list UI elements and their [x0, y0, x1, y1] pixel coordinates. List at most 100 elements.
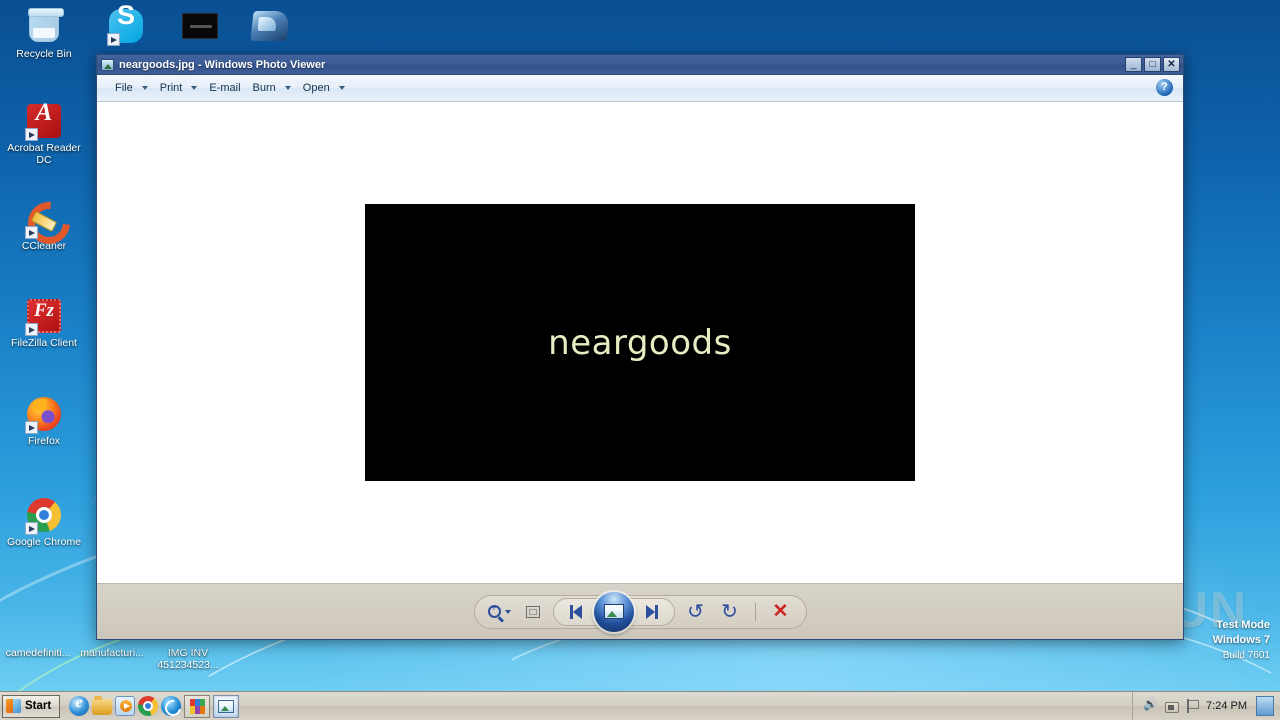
rotate-clockwise-button[interactable]: ↻ — [717, 600, 743, 624]
desktop-icon-skype[interactable] — [88, 8, 164, 48]
blue3d-icon — [250, 11, 290, 47]
displayed-image[interactable]: neargoods — [365, 204, 915, 481]
chevron-down-icon — [191, 86, 198, 90]
maximize-button[interactable]: □ — [1144, 57, 1161, 72]
menu-item-file[interactable]: File — [109, 78, 154, 99]
navigation-group — [552, 591, 675, 632]
toolbar-divider — [754, 602, 756, 621]
play-slideshow-button[interactable] — [593, 591, 634, 632]
show-desktop-button[interactable] — [1256, 696, 1274, 716]
rotate-counterclockwise-button[interactable]: ↺ — [683, 600, 709, 624]
desktop-icon-manufacturi[interactable]: manufacturi... — [76, 647, 148, 660]
fit-to-window-button[interactable] — [521, 601, 545, 623]
menu-label: Print — [159, 82, 183, 94]
desktop-icon-firefox[interactable]: Firefox — [6, 396, 82, 448]
volume-icon[interactable] — [1143, 697, 1158, 714]
clock[interactable]: 7:24 PM — [1206, 700, 1247, 712]
photo-viewer-icon — [218, 699, 235, 713]
desktop-icon-camedefiniti[interactable]: camedefiniti... — [2, 647, 74, 660]
taskbar-media-player-icon[interactable] — [115, 696, 136, 716]
menu-item-burn[interactable]: Burn — [247, 78, 297, 99]
previous-icon — [572, 604, 582, 619]
menu-item-email[interactable]: E-mail — [203, 78, 246, 99]
desktop-icon-label-line2: 451234523... — [157, 658, 219, 671]
desktop-icon-label: FileZilla Client — [11, 337, 77, 349]
shortcut-arrow-icon — [25, 421, 38, 434]
chrome-icon — [25, 498, 62, 535]
desktop-icon-label: IMG INV — [167, 647, 209, 659]
minimize-button[interactable]: _ — [1125, 57, 1142, 72]
menu-item-print[interactable]: Print — [154, 78, 204, 99]
image-text: neargoods — [548, 322, 732, 363]
desktop-icon-filezilla[interactable]: FileZilla Client — [6, 298, 82, 350]
desktop-icon-google-chrome[interactable]: Google Chrome — [6, 497, 82, 549]
firefox-icon — [25, 397, 62, 434]
chevron-down-icon — [284, 86, 291, 90]
desktop-icon-dark-thumb[interactable] — [162, 8, 238, 52]
shortcut-arrow-icon — [25, 226, 38, 239]
system-tray: 7:24 PM — [1132, 691, 1280, 720]
taskbar-windows-explorer-icon[interactable] — [92, 696, 113, 715]
fit-to-window-icon — [525, 605, 540, 618]
taskbar-chrome-icon[interactable] — [138, 696, 159, 716]
taskbar-internet-explorer-icon[interactable] — [69, 694, 90, 716]
menu-item-open[interactable]: Open — [297, 78, 351, 99]
shortcut-arrow-icon — [25, 522, 38, 535]
viewer-bottom-bar: ↺ ↻ ✕ — [97, 583, 1183, 639]
window-title: neargoods.jpg - Windows Photo Viewer — [119, 58, 326, 71]
next-icon — [645, 604, 655, 619]
test-mode-line3: Build 7601 — [1222, 650, 1270, 661]
chevron-down-icon — [338, 86, 345, 90]
photo-viewer-icon — [101, 58, 114, 71]
desktop-icon-label: manufacturi... — [80, 647, 144, 659]
next-image-button[interactable] — [632, 600, 672, 624]
menu-label: Open — [302, 82, 330, 94]
skype-icon — [107, 9, 144, 46]
taskbar-button-color-app[interactable] — [184, 694, 211, 718]
shortcut-arrow-icon — [107, 33, 120, 46]
desktop-icon-blue-media[interactable] — [232, 8, 308, 50]
test-mode-line1: Test Mode — [1216, 619, 1270, 631]
network-icon[interactable] — [1165, 701, 1180, 713]
desktop-icon-label: Firefox — [27, 435, 61, 447]
acrobat-icon — [25, 104, 62, 141]
image-canvas[interactable]: neargoods — [97, 102, 1183, 583]
chevron-down-icon — [505, 609, 511, 614]
close-button[interactable]: ✕ — [1163, 57, 1180, 72]
desktop-icon-ccleaner[interactable]: CCleaner — [6, 201, 82, 253]
thumb-icon — [182, 13, 218, 49]
delete-button[interactable]: ✕ — [768, 600, 794, 624]
help-icon[interactable]: ? — [1156, 79, 1173, 96]
window-title-bar[interactable]: neargoods.jpg - Windows Photo Viewer _ □… — [97, 55, 1183, 75]
magnifier-icon — [488, 603, 501, 618]
windows-photo-viewer-window[interactable]: neargoods.jpg - Windows Photo Viewer _ □… — [96, 54, 1184, 640]
quick-launch-bar — [69, 694, 182, 716]
taskbar-edge-icon[interactable] — [161, 696, 182, 716]
test-mode-watermark: Test Mode Windows 7 Build 7601 — [1213, 618, 1270, 663]
menu-bar: File Print E-mail Burn Open ? — [97, 75, 1183, 102]
desktop-icon-img-inv[interactable]: IMG INV 451234523... — [150, 647, 226, 671]
zoom-button[interactable] — [487, 601, 513, 623]
desktop-icon-label: camedefiniti... — [5, 647, 71, 659]
taskbar-button-photo-viewer[interactable] — [213, 694, 240, 718]
action-center-icon[interactable] — [1186, 699, 1199, 713]
menu-label: E-mail — [209, 82, 241, 94]
desktop-icon-recycle-bin[interactable]: Recycle Bin — [6, 8, 82, 61]
desktop-icon-acrobat-reader[interactable]: Acrobat Reader DC — [6, 103, 82, 166]
filezilla-icon — [25, 299, 62, 336]
windows-logo-icon — [6, 699, 21, 713]
color-app-icon — [189, 698, 205, 714]
slideshow-icon — [603, 604, 624, 619]
next-icon — [654, 604, 658, 619]
test-mode-line2: Windows 7 — [1212, 634, 1270, 646]
desktop-icon-label: Google Chrome — [6, 536, 82, 548]
desktop-icon-label: Acrobat Reader DC — [7, 142, 81, 166]
previous-image-button[interactable] — [556, 600, 596, 624]
start-button[interactable]: Start — [2, 694, 61, 718]
recycle-bin-icon — [26, 8, 64, 46]
window-controls: _ □ ✕ — [1125, 57, 1180, 72]
ccleaner-icon — [25, 202, 62, 239]
shortcut-arrow-icon — [25, 128, 38, 141]
menu-label: Burn — [252, 82, 276, 94]
chevron-down-icon — [141, 86, 148, 90]
